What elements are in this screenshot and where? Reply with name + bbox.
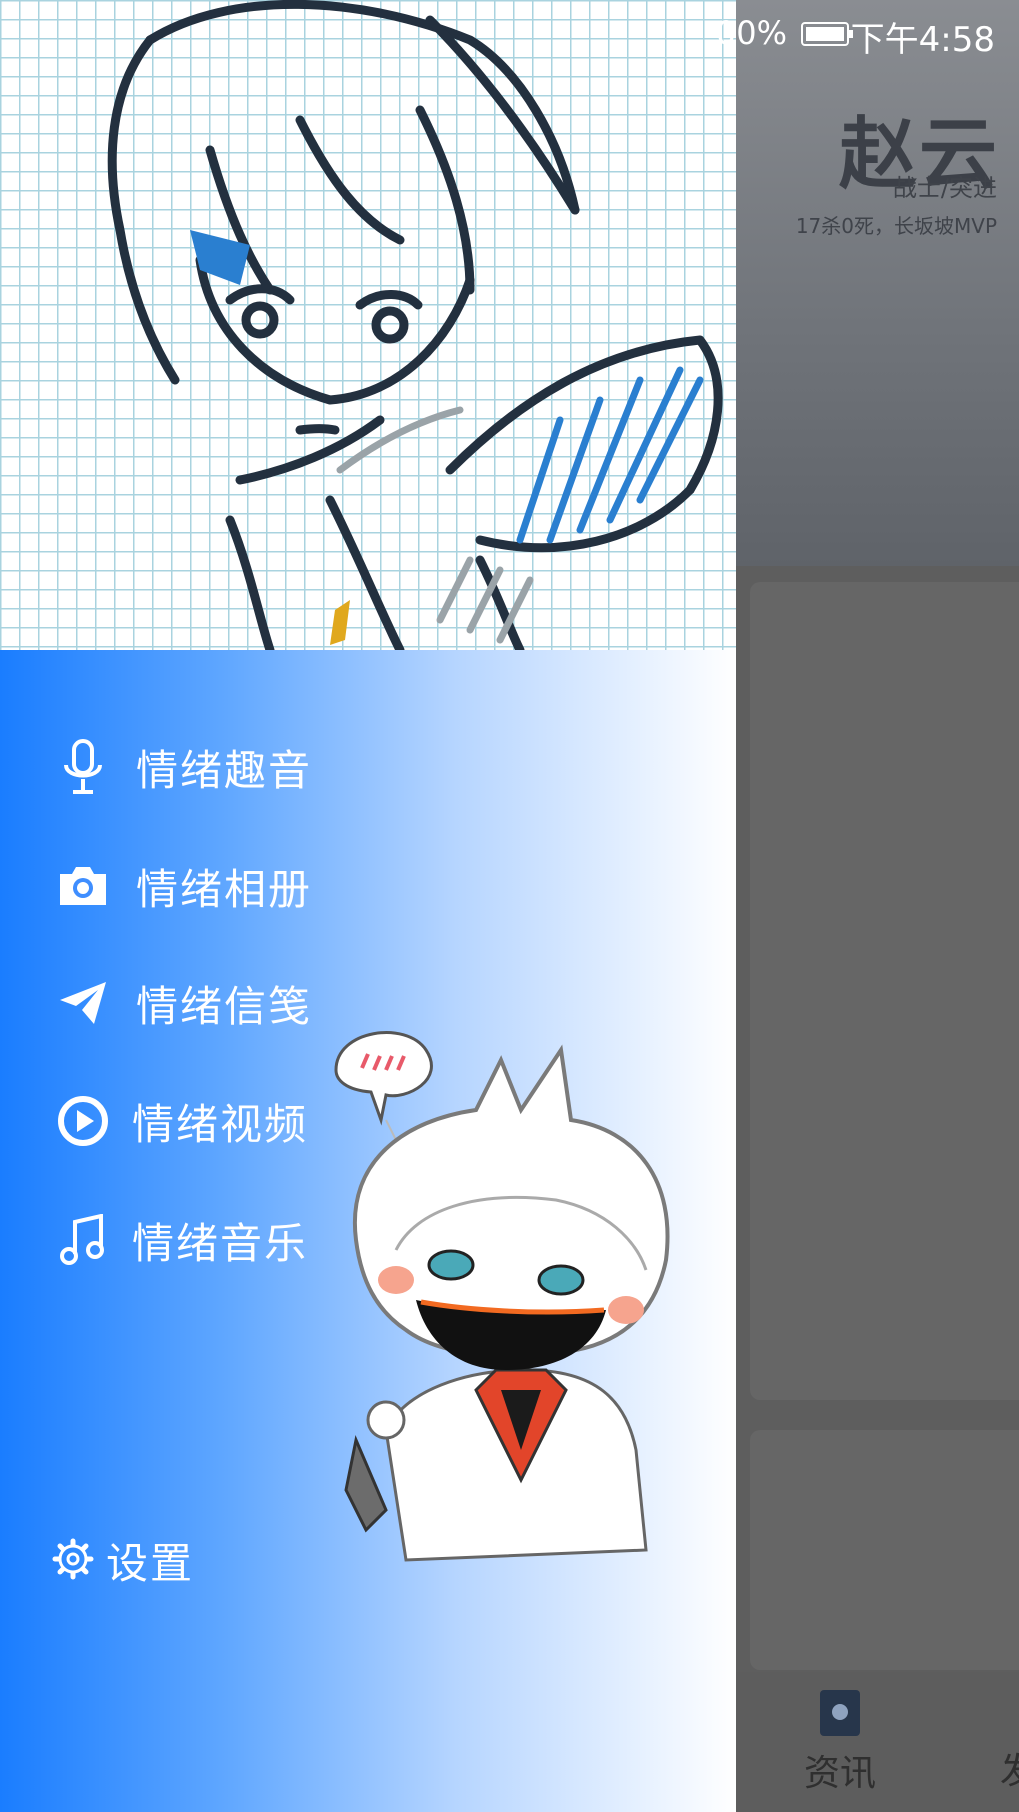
music-note-icon bbox=[52, 1209, 114, 1271]
tab-news[interactable]: 资讯 bbox=[790, 1690, 890, 1796]
paper-plane-icon bbox=[52, 972, 114, 1034]
menu-item-video[interactable]: 情绪视频 bbox=[52, 1086, 308, 1156]
camera-icon bbox=[52, 855, 114, 917]
battery-percent: 00% bbox=[715, 14, 787, 52]
status-bar: 00% 下午4:58 bbox=[0, 0, 1019, 70]
settings-label: 设置 bbox=[106, 1539, 195, 1588]
menu-item-album[interactable]: 情绪相册 bbox=[52, 851, 312, 921]
sketch-character-illustration bbox=[107, 0, 723, 650]
hero-description: 17杀0死，长坂坡MVP bbox=[795, 214, 997, 238]
gear-icon bbox=[52, 1538, 94, 1584]
battery-icon bbox=[801, 22, 853, 46]
tab-discover[interactable]: 发 bbox=[1000, 1742, 1019, 1794]
settings-button[interactable]: 设置 bbox=[52, 1530, 194, 1591]
microphone-icon bbox=[52, 736, 114, 798]
play-circle-icon bbox=[52, 1090, 114, 1152]
menu-item-fun-audio[interactable]: 情绪趣音 bbox=[52, 732, 312, 802]
menu-item-letters[interactable]: 情绪信笺 bbox=[52, 968, 312, 1038]
menu-item-label: 情绪信笺 bbox=[136, 981, 313, 1031]
news-book-icon bbox=[820, 1690, 860, 1736]
status-time: 下午4:58 bbox=[850, 20, 995, 60]
menu-item-music[interactable]: 情绪音乐 bbox=[52, 1205, 308, 1275]
tab-news-label: 资讯 bbox=[803, 1753, 876, 1794]
hero-role: 战士/突进 bbox=[892, 174, 997, 202]
menu-item-label: 情绪趣音 bbox=[136, 745, 313, 795]
hero-banner[interactable]: 赵云 战士/突进 17杀0死，长坂坡MVP bbox=[736, 0, 1019, 566]
menu-item-label: 情绪相册 bbox=[136, 864, 313, 914]
navigation-drawer: 情绪趣音 情绪相册 情绪信笺 情绪视频 情绪音乐 设置 bbox=[0, 0, 736, 1812]
content-card[interactable] bbox=[750, 1430, 1019, 1670]
menu-item-label: 情绪音乐 bbox=[132, 1218, 309, 1268]
drawer-header-image bbox=[0, 0, 736, 650]
menu-item-label: 情绪视频 bbox=[132, 1099, 309, 1149]
content-card[interactable] bbox=[750, 582, 1019, 1400]
chibi-sticker-illustration bbox=[334, 1031, 670, 1562]
